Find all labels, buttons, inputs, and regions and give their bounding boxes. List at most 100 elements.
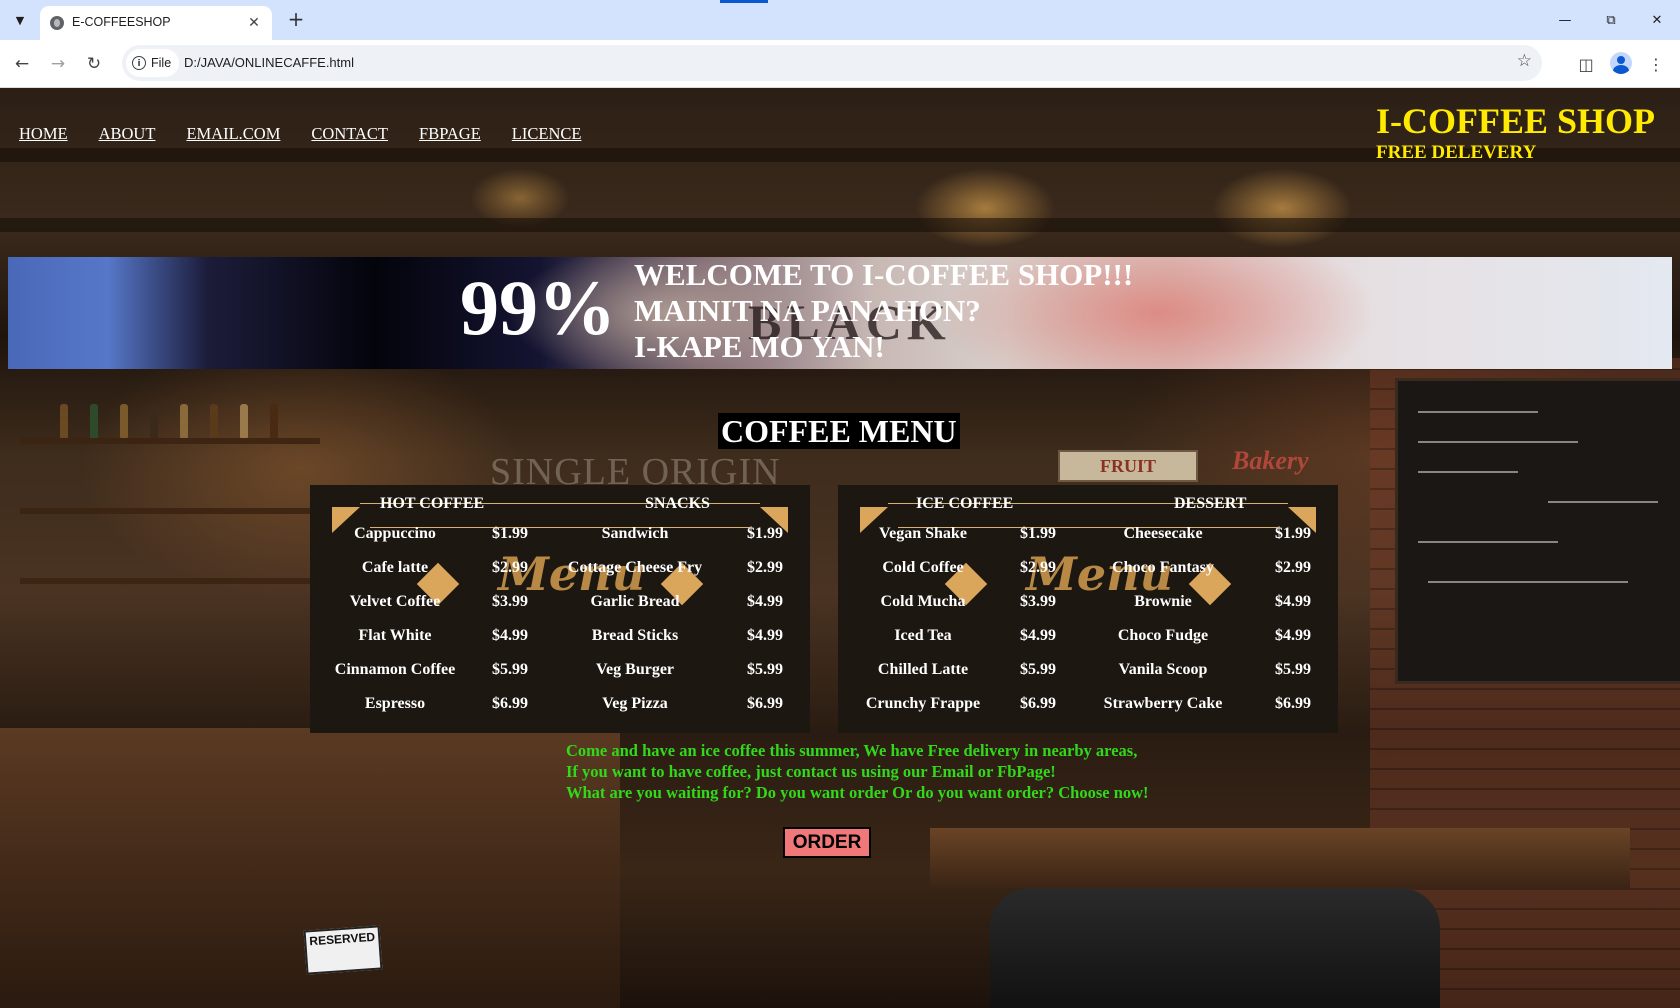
item-name: Garlic Bread <box>590 593 680 610</box>
item-name: Cottage Cheese Fry <box>567 559 703 576</box>
hero-banner: BLACK 99% WELCOME TO I-COFFEE SHOP!!! MA… <box>8 257 1672 369</box>
menu-row: Chilled Latte $5.99 Vanila Scoop $5.99 <box>838 661 1338 687</box>
menu-row: Flat White $4.99 Bread Sticks $4.99 <box>310 627 810 653</box>
menu-board-ice-dessert: Menu ICE COFFEE DESSERT Vegan Shake $1.99… <box>838 485 1338 733</box>
item-price: $5.99 <box>1020 661 1056 678</box>
item-name: Espresso <box>364 695 426 712</box>
tab-strip: ▼ E-COFFEESHOP ✕ + — ⧉ ✕ <box>0 0 1680 40</box>
reload-icon[interactable]: ↻ <box>80 50 108 78</box>
item-price: $3.99 <box>492 593 528 610</box>
item-name: Sandwich <box>601 525 669 542</box>
bar-shelf <box>20 438 320 444</box>
item-name: Veg Burger <box>595 661 675 678</box>
item-name: Vanila Scoop <box>1118 661 1208 678</box>
nav-contact[interactable]: CONTACT <box>311 124 388 144</box>
item-price: $4.99 <box>1275 627 1311 644</box>
item-name: Brownie <box>1134 593 1192 610</box>
url-text[interactable]: D:/JAVA/ONLINECAFFE.html <box>184 55 354 70</box>
item-price: $1.99 <box>747 525 783 542</box>
tab-dropdown-icon[interactable]: ▼ <box>8 8 32 32</box>
menu-row: Iced Tea $4.99 Choco Fudge $4.99 <box>838 627 1338 653</box>
forward-arrow-icon[interactable]: → <box>44 50 72 78</box>
minimize-icon[interactable]: — <box>1542 0 1588 40</box>
board-heading-dessert: DESSERT <box>1174 495 1247 512</box>
site-chip-label: File <box>151 56 172 70</box>
back-arrow-icon[interactable]: ← <box>8 50 36 78</box>
wooden-table <box>930 828 1630 888</box>
brand-subtitle: FREE DELEVERY <box>1376 142 1537 163</box>
sidepanel-icon[interactable]: ◫ <box>1572 50 1600 78</box>
item-price: $3.99 <box>1020 593 1056 610</box>
item-name: Choco Fudge <box>1117 627 1209 644</box>
item-price: $5.99 <box>1275 661 1311 678</box>
item-name: Cappuccino <box>354 525 436 542</box>
menu-row: Cold Coffee $2.99 Choco Fantasy $2.99 <box>838 559 1338 585</box>
menu-row: Vegan Shake $1.99 Cheesecake $1.99 <box>838 525 1338 551</box>
item-price: $4.99 <box>492 627 528 644</box>
item-price: $2.99 <box>1275 559 1311 576</box>
star-icon[interactable]: ☆ <box>1517 51 1532 71</box>
bottle <box>90 404 98 438</box>
nav-about[interactable]: ABOUT <box>99 124 156 144</box>
item-price: $1.99 <box>1020 525 1056 542</box>
site-info-chip[interactable]: i File <box>126 49 180 77</box>
item-name: Velvet Coffee <box>349 593 441 610</box>
item-price: $2.99 <box>1020 559 1056 576</box>
fruit-market-sign: FRUIT MARKET <box>1058 450 1198 504</box>
board-heading-snacks: SNACKS <box>645 495 710 512</box>
banner-percent: 99% <box>460 264 616 351</box>
item-price: $6.99 <box>1275 695 1311 712</box>
info-icon: i <box>132 56 146 70</box>
chalk-line <box>1548 501 1658 503</box>
menu-row: Cappuccino $1.99 Sandwich $1.99 <box>310 525 810 551</box>
item-price: $6.99 <box>1020 695 1056 712</box>
item-price: $4.99 <box>747 593 783 610</box>
nav-fbpage[interactable]: FBPAGE <box>419 124 481 144</box>
item-price: $1.99 <box>1275 525 1311 542</box>
promo-line: What are you waiting for? Do you want or… <box>566 783 1149 802</box>
item-name: Flat White <box>358 627 432 644</box>
kebab-menu-icon[interactable]: ⋮ <box>1642 50 1670 78</box>
menu-row: Cold Mucha $3.99 Brownie $4.99 <box>838 593 1338 619</box>
bar-shelf <box>20 508 320 514</box>
close-window-icon[interactable]: ✕ <box>1634 0 1680 40</box>
menu-board-hot-snacks: Menu HOT COFFEE SNACKS Cappuccino $1.99 Sa… <box>310 485 810 733</box>
browser-tab[interactable]: E-COFFEESHOP ✕ <box>40 6 272 40</box>
chalk-line <box>1418 541 1558 543</box>
item-name: Cafe latte <box>361 559 429 576</box>
close-icon[interactable]: ✕ <box>244 13 264 33</box>
page-background: SINGLE ORIGIN FRUIT MARKET Bakery RESERV… <box>0 88 1680 1008</box>
item-price: $4.99 <box>747 627 783 644</box>
item-name: Iced Tea <box>894 627 952 644</box>
brand-title: I-COFFEE SHOP <box>1376 101 1656 141</box>
chalk-line <box>1428 581 1628 583</box>
chalk-line <box>1418 441 1578 443</box>
board-heading-ice-coffee: ICE COFFEE <box>916 495 1014 512</box>
maximize-icon[interactable]: ⧉ <box>1588 0 1634 40</box>
profile-icon[interactable] <box>1610 52 1632 74</box>
item-price: $5.99 <box>747 661 783 678</box>
item-name: Chilled Latte <box>877 661 969 678</box>
address-bar[interactable]: i File D:/JAVA/ONLINECAFFE.html ☆ <box>122 45 1542 81</box>
plus-icon[interactable]: + <box>282 8 310 32</box>
main-nav: HOME ABOUT EMAIL.COM CONTACT FBPAGE LICE… <box>19 124 612 144</box>
item-name: Cinnamon Coffee <box>334 661 456 678</box>
banner-line-question: MAINIT NA PANAHON? <box>634 293 981 328</box>
reserved-sign: RESERVED <box>303 925 383 975</box>
tab-title: E-COFFEESHOP <box>72 15 171 29</box>
board-heading-hot-coffee: HOT COFFEE <box>380 495 485 512</box>
nav-email[interactable]: EMAIL.COM <box>186 124 280 144</box>
item-name: Cold Coffee <box>882 559 964 576</box>
menu-row: Espresso $6.99 Veg Pizza $6.99 <box>310 695 810 721</box>
bottle <box>60 404 68 438</box>
chalkboard <box>1395 378 1680 684</box>
bottle <box>150 404 158 438</box>
tab-group-indicator <box>720 0 768 3</box>
chalk-line <box>1418 411 1538 413</box>
item-name: Bread Sticks <box>591 627 679 644</box>
nav-home[interactable]: HOME <box>19 124 68 144</box>
item-price: $6.99 <box>747 695 783 712</box>
order-button[interactable]: ORDER <box>783 827 871 858</box>
item-name: Strawberry Cake <box>1103 695 1223 712</box>
nav-licence[interactable]: LICENCE <box>512 124 582 144</box>
